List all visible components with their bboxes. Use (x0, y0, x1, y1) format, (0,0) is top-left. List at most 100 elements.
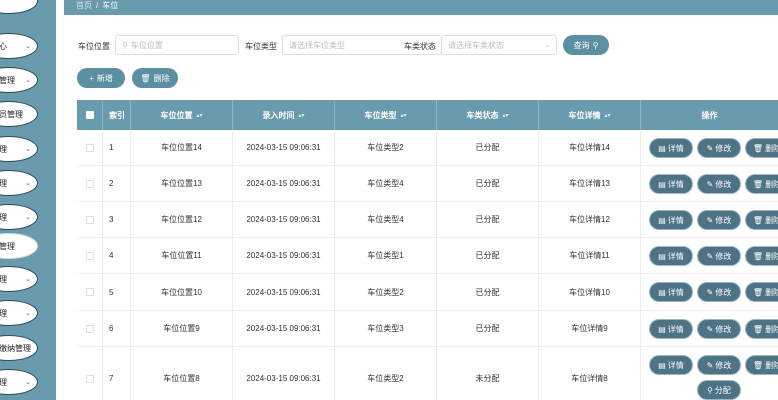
detail-button[interactable]: ▤ 详情 (649, 174, 693, 194)
row-checkbox[interactable] (85, 251, 94, 260)
select-all-checkbox[interactable] (85, 111, 94, 119)
cell-index: 3 (103, 202, 131, 237)
sidebar-item-11[interactable]: 理⌄ (0, 369, 38, 395)
header-detail-label: 车位详情 (568, 110, 601, 120)
header-detail[interactable]: 车位详情 ▴▾ (539, 100, 641, 130)
delete-button[interactable]: 🗑 删除 (745, 138, 778, 158)
row-checkbox[interactable] (85, 324, 94, 333)
breadcrumb-current: 车位 (102, 1, 119, 10)
edit-button[interactable]: ✎ 修改 (697, 138, 741, 158)
detail-button[interactable]: ▤ 详情 (649, 355, 693, 375)
assign-button[interactable]: ⚲ 分配 (697, 380, 741, 400)
chevron-down-icon: ⌄ (25, 214, 31, 221)
edit-button[interactable]: ✎ 修改 (697, 246, 741, 266)
select-all-cell (77, 100, 103, 130)
sidebar-item-label: 管理 (0, 75, 15, 85)
sidebar-item-1[interactable]: 心⌄ (0, 33, 38, 59)
sort-icon[interactable]: ▴▾ (196, 112, 202, 119)
cell-type: 车位类型2 (335, 274, 437, 310)
delete-button[interactable]: 🗑 删除 (132, 68, 178, 88)
sidebar-item-3[interactable]: 员管理 (0, 101, 38, 127)
sidebar-item-6[interactable]: 理⌄ (0, 204, 38, 230)
edit-icon: ✎ (706, 251, 714, 261)
cell-detail: 车位详情13 (539, 166, 641, 201)
detail-button[interactable]: ▤ 详情 (649, 319, 693, 339)
chevron-down-icon: ⌄ (544, 42, 550, 49)
edit-icon: ✎ (706, 287, 714, 297)
location-search-input[interactable]: ⚲ 车位位置 (115, 35, 239, 55)
chevron-down-icon: ⌄ (25, 43, 31, 50)
cell-type: 车位类型4 (335, 202, 437, 237)
header-status[interactable]: 车类状态 ▴▾ (437, 100, 539, 130)
sidebar-item-label: 管理 (0, 241, 15, 251)
sidebar-item-0[interactable] (0, 0, 38, 14)
cell-detail: 车位详情8 (539, 347, 641, 400)
delete-button[interactable]: 🗑 删除 (745, 246, 778, 266)
sidebar-item-5[interactable]: 理⌄ (0, 170, 38, 196)
cell-type: 车位类型3 (335, 311, 437, 346)
cell-detail: 车位详情9 (539, 311, 641, 346)
chevron-down-icon: ⌄ (25, 379, 31, 386)
table-row: 4 车位位置11 2024-03-15 09:06:31 车位类型1 已分配 车位详情11… (77, 238, 778, 274)
header-index: 索引 (103, 100, 131, 130)
sidebar-item-label: 理 (0, 144, 7, 155)
row-checkbox[interactable] (85, 215, 94, 224)
table-row: 1 车位位置14 2024-03-15 09:06:31 车位类型2 已分配 车位详情14… (77, 130, 778, 166)
sort-icon[interactable]: ▴▾ (400, 112, 406, 119)
header-location[interactable]: 车位位置 ▴▾ (131, 100, 233, 130)
trash-icon: 🗑 (752, 179, 764, 189)
delete-button[interactable]: 🗑 删除 (745, 174, 778, 194)
add-button[interactable]: + 新增 (77, 68, 125, 88)
status-select[interactable]: 请选择车类状态 ⌄ (441, 35, 557, 55)
edit-button[interactable]: ✎ 修改 (697, 174, 741, 194)
row-checkbox[interactable] (85, 143, 94, 152)
sidebar-item-8[interactable]: 理⌄ (0, 266, 38, 292)
trash-icon: 🗑 (752, 360, 764, 370)
header-time[interactable]: 录入时间 ▴▾ (233, 100, 335, 130)
type-filter-label: 车位类型 (245, 42, 277, 51)
cell-type: 车位类型2 (335, 130, 437, 165)
sort-icon[interactable]: ▴▾ (502, 112, 508, 119)
header-index-label: 索引 (109, 110, 125, 120)
delete-button-label: 删除 (765, 287, 778, 297)
row-checkbox[interactable] (85, 179, 94, 188)
delete-button[interactable]: 🗑 删除 (745, 319, 778, 339)
delete-button[interactable]: 🗑 删除 (745, 355, 778, 375)
header-type[interactable]: 车位类型 ▴▾ (335, 100, 437, 130)
edit-button[interactable]: ✎ 修改 (697, 282, 741, 302)
chevron-down-icon: ⌄ (25, 77, 31, 84)
cell-detail: 车位详情10 (539, 274, 641, 310)
delete-button[interactable]: 🗑 删除 (745, 282, 778, 302)
cell-actions: ▤ 详情 ✎ 修改 🗑 删除 (641, 166, 778, 201)
cell-location: 车位位置12 (131, 202, 233, 237)
edit-button[interactable]: ✎ 修改 (697, 210, 741, 230)
sidebar-item-label: 理 (0, 308, 7, 319)
delete-button[interactable]: 🗑 删除 (745, 210, 778, 230)
search-button[interactable]: 查询 ⚲ (563, 35, 609, 55)
cell-index: 6 (103, 311, 131, 346)
sidebar-item-2[interactable]: 管理 ⌄ (0, 67, 38, 93)
detail-button[interactable]: ▤ 详情 (649, 246, 693, 266)
sidebar-item-10[interactable]: 缴纳管理 (0, 335, 38, 361)
sidebar-item-4[interactable]: 理⌄ (0, 136, 38, 162)
detail-button[interactable]: ▤ 详情 (649, 138, 693, 158)
sort-icon[interactable]: ▴▾ (298, 112, 304, 119)
sidebar-item-7[interactable]: 管理 (0, 233, 38, 259)
edit-button[interactable]: ✎ 修改 (697, 355, 741, 375)
edit-button[interactable]: ✎ 修改 (697, 319, 741, 339)
breadcrumb-home[interactable]: 首页 (76, 1, 92, 10)
row-checkbox[interactable] (85, 288, 94, 296)
sidebar-item-9[interactable]: 理⌄ (0, 300, 38, 326)
sidebar: 心⌄ 管理⌄ 员管理 理⌄ 理⌄ 理⌄ 管理 理⌄ 理⌄ 缴纳管理 理⌄ (0, 0, 56, 400)
edit-icon: ✎ (706, 179, 714, 189)
cell-type: 车位类型4 (335, 166, 437, 201)
sort-icon[interactable]: ▴▾ (604, 112, 610, 119)
detail-button[interactable]: ▤ 详情 (649, 210, 693, 230)
detail-button[interactable]: ▤ 详情 (649, 282, 693, 302)
cell-type: 车位类型2 (335, 347, 437, 400)
sidebar-item-label: 心 (0, 41, 7, 52)
table-row: 3 车位位置12 2024-03-15 09:06:31 车位类型4 已分配 车位详情12… (77, 202, 778, 238)
cell-type: 车位类型1 (335, 238, 437, 273)
edit-button-label: 修改 (715, 251, 732, 261)
row-checkbox[interactable] (85, 374, 94, 383)
